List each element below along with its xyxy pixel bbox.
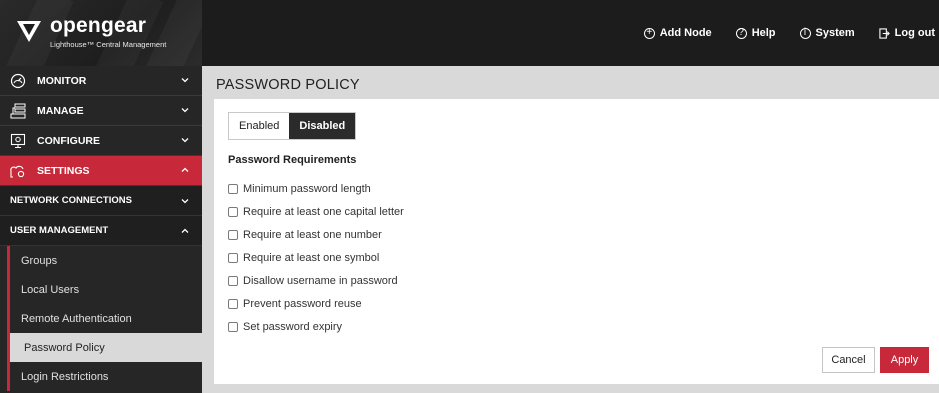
sidebar-item-local-users[interactable]: Local Users [10,275,202,304]
checkbox-label: Prevent password reuse [243,297,362,310]
checkbox[interactable] [228,252,238,263]
add-node-link[interactable]: + Add Node [643,27,712,39]
brand-subtitle: Lighthouse™ Central Management [50,40,167,49]
enabled-option[interactable]: Enabled [229,113,289,139]
sidebar-item-manage[interactable]: MANAGE [0,96,202,126]
help-link[interactable]: ? Help [735,27,776,39]
sidebar-item-login-restrictions[interactable]: Login Restrictions [10,362,202,391]
monitor-gear-icon [9,132,27,150]
chevron-down-icon [181,138,189,143]
sidebar-item-remote-authentication[interactable]: Remote Authentication [10,304,202,333]
page-title: PASSWORD POLICY [216,77,360,93]
checkbox-label: Require at least one number [243,228,382,241]
checkbox[interactable] [228,206,238,217]
sidebar-item-label: NETWORK CONNECTIONS [10,195,132,206]
info-circle-icon: i [799,27,811,39]
password-policy-panel: Enabled Disabled Password Requirements M… [214,99,939,384]
checkbox-capital-letter[interactable]: Require at least one capital letter [228,200,404,223]
checkbox[interactable] [228,275,238,286]
add-node-label: Add Node [659,27,712,39]
checkbox-disallow-username[interactable]: Disallow username in password [228,269,404,292]
section-heading: Password Requirements [228,154,357,166]
requirements-list: Minimum password length Require at least… [228,177,404,338]
checkbox[interactable] [228,298,238,309]
plus-circle-icon: + [643,27,655,39]
chevron-down-icon [181,78,189,83]
disabled-option[interactable]: Disabled [289,113,356,139]
sidebar-item-label: USER MANAGEMENT [10,225,109,236]
server-stack-icon [9,102,27,120]
checkbox-label: Require at least one symbol [243,251,380,264]
top-nav: + Add Node ? Help i System Log out [620,0,939,66]
sidebar-item-password-policy[interactable]: Password Policy [7,333,202,362]
system-link[interactable]: i System [799,27,855,39]
chevron-down-icon [181,108,189,113]
opengear-logo-icon [17,21,41,42]
checkbox-label: Set password expiry [243,320,343,333]
sidebar-item-network-connections[interactable]: NETWORK CONNECTIONS [0,186,202,216]
sidebar-item-label: MONITOR [37,74,87,87]
sidebar-item-configure[interactable]: CONFIGURE [0,126,202,156]
chevron-up-icon [181,228,189,233]
checkbox-min-length[interactable]: Minimum password length [228,177,404,200]
logout-label: Log out [894,27,935,39]
help-label: Help [751,27,776,39]
logout-link[interactable]: Log out [879,27,935,39]
user-management-submenu: Groups Local Users Remote Authentication… [7,246,202,391]
cloud-settings-icon [9,162,27,180]
sidebar-item-label: SETTINGS [37,164,90,177]
checkbox-symbol[interactable]: Require at least one symbol [228,246,404,269]
sidebar-item-monitor[interactable]: MONITOR [0,66,202,96]
chevron-up-icon [181,167,189,172]
policy-toggle: Enabled Disabled [228,112,357,140]
sidebar-item-groups[interactable]: Groups [10,246,202,275]
checkbox[interactable] [228,321,238,332]
sidebar-item-label: CONFIGURE [37,134,100,147]
cancel-button[interactable]: Cancel [822,347,875,373]
checkbox-prevent-reuse[interactable]: Prevent password reuse [228,292,404,315]
logout-icon [879,27,890,39]
chevron-down-icon [181,199,189,204]
top-bar: opengear Lighthouse™ Central Management … [0,0,939,66]
checkbox-label: Require at least one capital letter [243,205,404,218]
sidebar-item-user-management[interactable]: USER MANAGEMENT [0,216,202,246]
main-content: PASSWORD POLICY Enabled Disabled Passwor… [202,66,939,393]
checkbox[interactable] [228,183,238,194]
gauge-icon [9,72,27,90]
checkbox-label: Disallow username in password [243,274,398,287]
checkbox-label: Minimum password length [243,182,371,195]
apply-button[interactable]: Apply [880,347,929,373]
checkbox-password-expiry[interactable]: Set password expiry [228,315,404,338]
sidebar-item-label: MANAGE [37,104,84,117]
system-label: System [815,27,855,39]
sidebar: MONITOR MANAGE CONFIGURE SETTINGS NETWOR… [0,66,202,393]
brand-name: opengear [50,14,147,37]
question-circle-icon: ? [735,27,747,39]
brand-logo-area[interactable]: opengear Lighthouse™ Central Management [0,0,202,66]
checkbox[interactable] [228,229,238,240]
sidebar-item-settings[interactable]: SETTINGS [0,156,202,186]
checkbox-number[interactable]: Require at least one number [228,223,404,246]
